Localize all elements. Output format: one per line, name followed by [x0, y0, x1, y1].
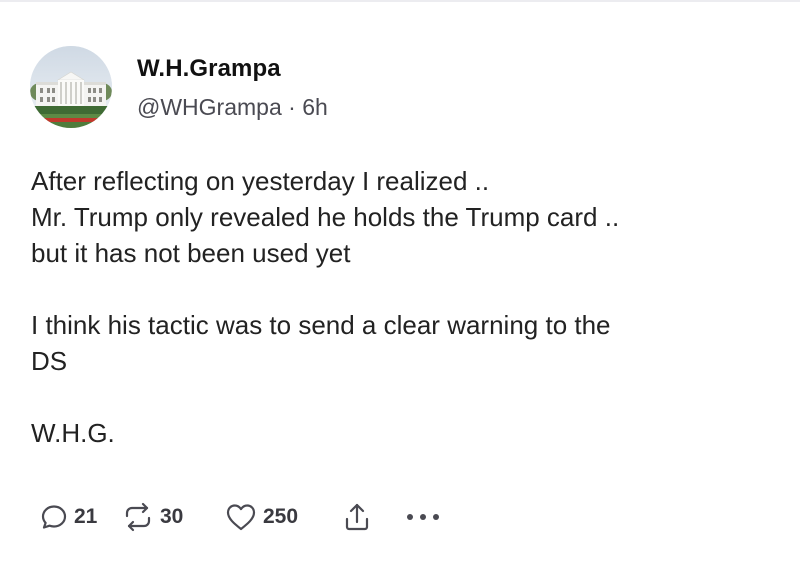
post-paragraph: W.H.G. — [31, 415, 771, 451]
more-icon — [407, 514, 439, 520]
reply-button[interactable]: 21 — [40, 503, 122, 531]
repost-icon — [125, 502, 151, 532]
post-paragraph: After reflecting on yesterday I realized… — [31, 163, 771, 271]
heart-icon — [226, 504, 256, 531]
like-count: 250 — [263, 505, 299, 528]
post-meta: @WHGrampa · 6h — [137, 94, 328, 121]
action-bar: 21 30 250 — [40, 497, 441, 537]
meta-separator: · — [281, 94, 303, 120]
white-house-avatar-icon — [30, 46, 112, 128]
repost-count: 30 — [160, 505, 184, 528]
share-icon — [345, 503, 369, 531]
post-body: After reflecting on yesterday I realized… — [31, 163, 771, 451]
post-text-line: DS — [31, 346, 68, 376]
post-text-line: I think his tactic was to send a clear w… — [31, 310, 611, 340]
post-text-line: Mr. Trump only revealed he holds the Tru… — [31, 202, 620, 232]
reply-icon — [41, 505, 67, 529]
post-text-line: After reflecting on yesterday I realized… — [31, 166, 490, 196]
like-button[interactable]: 250 — [225, 502, 343, 532]
share-button[interactable] — [343, 502, 405, 532]
post-timestamp[interactable]: 6h — [302, 94, 328, 120]
author-handle[interactable]: @WHGrampa — [137, 94, 282, 120]
repost-button[interactable]: 30 — [122, 502, 225, 532]
avatar[interactable] — [30, 46, 112, 128]
reply-count: 21 — [74, 505, 98, 528]
post-paragraph: I think his tactic was to send a clear w… — [31, 307, 771, 379]
post-text-line: but it has not been used yet — [31, 238, 351, 268]
post-signature: W.H.G. — [31, 418, 115, 448]
author-name[interactable]: W.H.Grampa — [137, 55, 281, 83]
more-options-button[interactable] — [405, 511, 441, 523]
post-card: W.H.Grampa @WHGrampa · 6h After reflecti… — [0, 0, 800, 582]
